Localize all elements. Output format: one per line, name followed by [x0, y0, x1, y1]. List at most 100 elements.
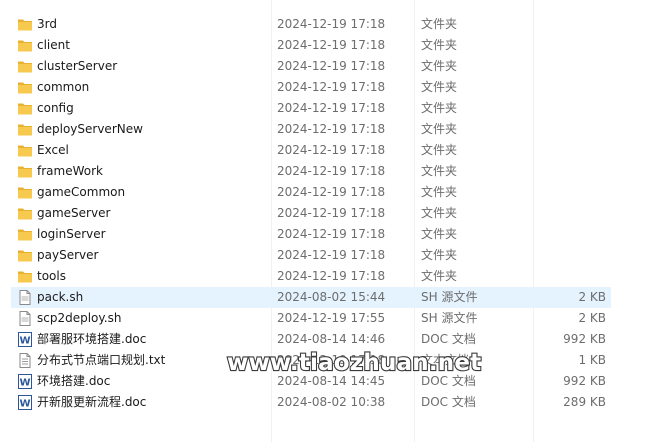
- folder-icon: [17, 164, 33, 179]
- file-row[interactable]: client 2024-12-19 17:18 文件夹: [0, 35, 653, 56]
- file-size: 992 KB: [563, 374, 606, 388]
- file-row[interactable]: gameCommon 2024-12-19 17:18 文件夹: [0, 182, 653, 203]
- modified-date: 2024-12-19 17:18: [277, 206, 386, 220]
- file-row[interactable]: deployServerNew 2024-12-19 17:18 文件夹: [0, 119, 653, 140]
- file-name: config: [37, 101, 74, 115]
- folder-icon: [17, 59, 33, 74]
- modified-date: 2024-08-02 10:38: [277, 395, 386, 409]
- file-type: SH 源文件: [421, 311, 478, 325]
- text-file-icon: [17, 353, 33, 368]
- folder-icon: [17, 101, 33, 116]
- file-type: SH 源文件: [421, 290, 478, 304]
- file-name: deployServerNew: [37, 122, 143, 136]
- file-type: 文件夹: [421, 185, 458, 199]
- file-row[interactable]: config 2024-12-19 17:18 文件夹: [0, 98, 653, 119]
- file-type: 文件夹: [421, 248, 458, 262]
- file-name: frameWork: [37, 164, 103, 178]
- modified-date: 2024-12-19 17:18: [277, 80, 386, 94]
- file-type: 文件夹: [421, 101, 458, 115]
- file-name: common: [37, 80, 90, 94]
- file-list: 3rd 2024-12-19 17:18 文件夹 client 2024-12-…: [0, 0, 653, 442]
- folder-icon: [17, 17, 33, 32]
- file-size: 289 KB: [563, 395, 606, 409]
- file-type: 文件夹: [421, 17, 458, 31]
- file-row[interactable]: clusterServer 2024-12-19 17:18 文件夹: [0, 56, 653, 77]
- file-type: 文件夹: [421, 143, 458, 157]
- file-row[interactable]: 分布式节点端口规划.txt 2024-12-19 17:18 文本文档 1 KB: [0, 350, 653, 371]
- file-type: 文件夹: [421, 80, 458, 94]
- file-name: gameServer: [37, 206, 111, 220]
- modified-date: 2024-12-19 17:18: [277, 38, 386, 52]
- folder-icon: [17, 206, 33, 221]
- folder-icon: [17, 80, 33, 95]
- file-name: Excel: [37, 143, 69, 157]
- file-name: 部署服环境搭建.doc: [37, 332, 147, 346]
- word-doc-icon: W: [17, 395, 33, 410]
- file-type: 文件夹: [421, 164, 458, 178]
- modified-date: 2024-08-02 15:44: [277, 290, 386, 304]
- modified-date: 2024-12-19 17:18: [277, 353, 386, 367]
- file-row[interactable]: payServer 2024-12-19 17:18 文件夹: [0, 245, 653, 266]
- folder-icon: [17, 248, 33, 263]
- folder-icon: [17, 227, 33, 242]
- file-name: pack.sh: [37, 290, 84, 304]
- folder-icon: [17, 143, 33, 158]
- file-type: DOC 文档: [421, 395, 476, 409]
- file-row[interactable]: tools 2024-12-19 17:18 文件夹: [0, 266, 653, 287]
- file-row[interactable]: loginServer 2024-12-19 17:18 文件夹: [0, 224, 653, 245]
- file-name: client: [37, 38, 70, 52]
- file-name: tools: [37, 269, 66, 283]
- file-row[interactable]: gameServer 2024-12-19 17:18 文件夹: [0, 203, 653, 224]
- modified-date: 2024-08-14 14:46: [277, 332, 386, 346]
- file-row[interactable]: W 环境搭建.doc 2024-08-14 14:45 DOC 文档 992 K…: [0, 371, 653, 392]
- modified-date: 2024-12-19 17:18: [277, 17, 386, 31]
- folder-icon: [17, 185, 33, 200]
- file-type: 文件夹: [421, 227, 458, 241]
- file-type: 文本文档: [421, 353, 470, 367]
- file-name: 环境搭建.doc: [37, 374, 111, 388]
- file-row[interactable]: 3rd 2024-12-19 17:18 文件夹: [0, 14, 653, 35]
- file-type: 文件夹: [421, 122, 458, 136]
- modified-date: 2024-12-19 17:18: [277, 143, 386, 157]
- file-type: DOC 文档: [421, 332, 476, 346]
- file-type: 文件夹: [421, 59, 458, 73]
- modified-date: 2024-12-19 17:18: [277, 248, 386, 262]
- file-type: 文件夹: [421, 38, 458, 52]
- file-row[interactable]: pack.sh 2024-08-02 15:44 SH 源文件 2 KB: [0, 287, 653, 308]
- file-row[interactable]: W 部署服环境搭建.doc 2024-08-14 14:46 DOC 文档 99…: [0, 329, 653, 350]
- word-doc-icon: W: [17, 374, 33, 389]
- file-row[interactable]: W 开新服更新流程.doc 2024-08-02 10:38 DOC 文档 28…: [0, 392, 653, 413]
- file-size: 2 KB: [578, 290, 606, 304]
- folder-icon: [17, 122, 33, 137]
- file-row[interactable]: common 2024-12-19 17:18 文件夹: [0, 77, 653, 98]
- svg-text:W: W: [19, 399, 30, 410]
- modified-date: 2024-12-19 17:18: [277, 59, 386, 73]
- modified-date: 2024-12-19 17:55: [277, 311, 386, 325]
- file-name: 分布式节点端口规划.txt: [37, 353, 166, 367]
- file-size: 1 KB: [578, 353, 606, 367]
- folder-icon: [17, 269, 33, 284]
- word-doc-icon: W: [17, 332, 33, 347]
- modified-date: 2024-12-19 17:18: [277, 122, 386, 136]
- file-row[interactable]: scp2deploy.sh 2024-12-19 17:55 SH 源文件 2 …: [0, 308, 653, 329]
- svg-text:W: W: [19, 378, 30, 389]
- file-type: 文件夹: [421, 206, 458, 220]
- modified-date: 2024-08-14 14:45: [277, 374, 386, 388]
- modified-date: 2024-12-19 17:18: [277, 101, 386, 115]
- script-file-icon: [17, 311, 33, 326]
- file-name: 开新服更新流程.doc: [37, 395, 147, 409]
- modified-date: 2024-12-19 17:18: [277, 269, 386, 283]
- script-file-icon: [17, 290, 33, 305]
- modified-date: 2024-12-19 17:18: [277, 164, 386, 178]
- file-name: clusterServer: [37, 59, 118, 73]
- file-type: 文件夹: [421, 269, 458, 283]
- file-row[interactable]: frameWork 2024-12-19 17:18 文件夹: [0, 161, 653, 182]
- file-name: 3rd: [37, 17, 57, 31]
- file-name: gameCommon: [37, 185, 126, 199]
- modified-date: 2024-12-19 17:18: [277, 185, 386, 199]
- file-type: DOC 文档: [421, 374, 476, 388]
- svg-text:W: W: [19, 336, 30, 347]
- file-name: loginServer: [37, 227, 106, 241]
- file-row[interactable]: Excel 2024-12-19 17:18 文件夹: [0, 140, 653, 161]
- modified-date: 2024-12-19 17:18: [277, 227, 386, 241]
